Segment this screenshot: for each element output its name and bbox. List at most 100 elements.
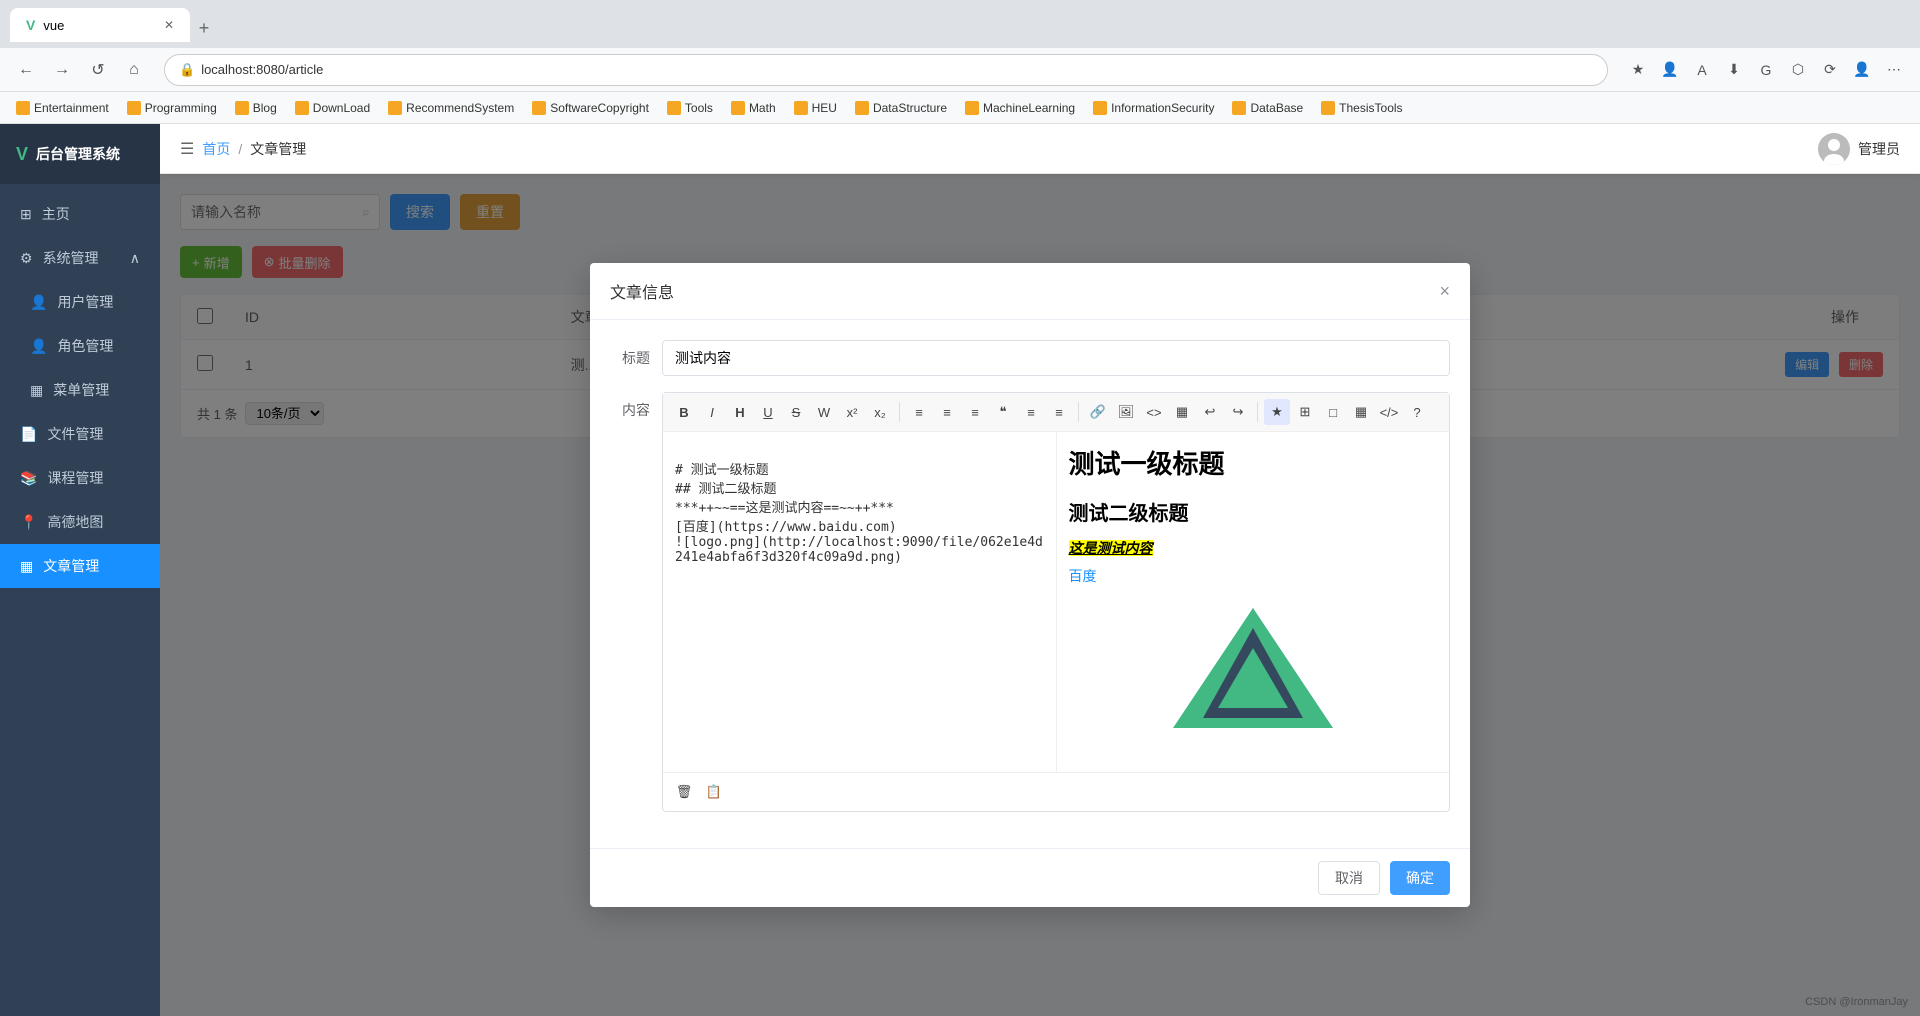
modal-overlay[interactable]: 文章信息 × 标题 内容 [160, 174, 1920, 1016]
bookmark-tools[interactable]: Tools [659, 99, 721, 117]
confirm-button[interactable]: 确定 [1390, 861, 1450, 895]
extension2-icon[interactable]: ⬡ [1784, 56, 1812, 84]
blockquote-button[interactable]: ❝ [990, 399, 1016, 425]
sidebar-item-system[interactable]: ⚙ 系统管理 ∧ [0, 236, 160, 280]
sidebar-item-menu[interactable]: ▦ 菜单管理 [0, 368, 160, 412]
bookmark-thesis[interactable]: ThesisTools [1313, 99, 1410, 117]
side-by-side-button[interactable]: □ [1320, 399, 1346, 425]
breadcrumb-home[interactable]: 首页 [202, 139, 230, 159]
user-name: 管理员 [1858, 139, 1900, 159]
user-avatar [1818, 133, 1850, 165]
sidebar-item-articles[interactable]: ▦ 文章管理 [0, 544, 160, 588]
bookmark-database[interactable]: DataBase [1224, 99, 1311, 117]
bookmark-download[interactable]: DownLoad [287, 99, 378, 117]
menu-mgmt-icon: ▦ [30, 382, 43, 399]
bookmark-programming[interactable]: Programming [119, 99, 225, 117]
tab-close-button[interactable]: ✕ [164, 18, 174, 32]
account-icon[interactable]: 👤 [1848, 56, 1876, 84]
browser-tab-active[interactable]: V vue ✕ [10, 8, 190, 42]
bookmark-label: Entertainment [34, 101, 109, 115]
code-button[interactable]: <> [1141, 399, 1167, 425]
sidebar-item-map[interactable]: 📍 高德地图 [0, 500, 160, 544]
bookmark-copyright[interactable]: SoftwareCopyright [524, 99, 657, 117]
sidebar-item-label: 课程管理 [47, 468, 103, 488]
profile-icon[interactable]: 👤 [1656, 56, 1684, 84]
menu-icon[interactable]: ⋯ [1880, 56, 1908, 84]
sidebar-item-files[interactable]: 📄 文件管理 [0, 412, 160, 456]
sidebar-item-roles[interactable]: 👤 角色管理 [0, 324, 160, 368]
new-tab-button[interactable]: + [190, 14, 218, 42]
folder-icon [855, 101, 869, 115]
ordered-list-button[interactable]: ≡ [1018, 399, 1044, 425]
superscript-button[interactable]: x² [839, 399, 865, 425]
help-button[interactable]: ? [1404, 399, 1430, 425]
bookmark-label: Tools [685, 101, 713, 115]
italic-button[interactable]: I [699, 399, 725, 425]
hamburger-icon[interactable]: ☰ [180, 139, 194, 159]
heading-button[interactable]: H [727, 399, 753, 425]
sidebar-item-courses[interactable]: 📚 课程管理 [0, 456, 160, 500]
folder-icon [1232, 101, 1246, 115]
bookmark-security[interactable]: InformationSecurity [1085, 99, 1222, 117]
file-icon: 📄 [20, 426, 37, 443]
browser-nav-icons: ★ 👤 A ⬇ G ⬡ ⟳ 👤 ⋯ [1624, 56, 1908, 84]
cancel-button[interactable]: 取消 [1318, 861, 1380, 895]
subscript-button[interactable]: x₂ [867, 399, 893, 425]
sync-icon[interactable]: ⟳ [1816, 56, 1844, 84]
mark-button[interactable]: W [811, 399, 837, 425]
article-modal: 文章信息 × 标题 内容 [590, 263, 1470, 907]
image-button[interactable]: 🖼 [1113, 399, 1139, 425]
system-mgmt-left: ⚙ 系统管理 [20, 248, 99, 268]
table-button[interactable]: ▦ [1169, 399, 1195, 425]
home-button[interactable]: ⌂ [120, 56, 148, 84]
html-button[interactable]: </> [1376, 399, 1402, 425]
split-view-button[interactable]: ▦ [1348, 399, 1374, 425]
bookmark-math[interactable]: Math [723, 99, 784, 117]
toolbar-sep-2 [1078, 402, 1079, 422]
folder-icon [235, 101, 249, 115]
bookmark-label: Blog [253, 101, 277, 115]
back-button[interactable]: ← [12, 56, 40, 84]
title-label: 标题 [610, 348, 650, 368]
sidebar-item-label: 用户管理 [57, 292, 113, 312]
logo-v-icon: V [16, 144, 28, 165]
strikethrough-button[interactable]: S [783, 399, 809, 425]
sidebar-item-users[interactable]: 👤 用户管理 [0, 280, 160, 324]
bookmark-blog[interactable]: Blog [227, 99, 285, 117]
bookmark-datastructure[interactable]: DataStructure [847, 99, 955, 117]
bold-button[interactable]: B [671, 399, 697, 425]
preview-link[interactable]: 百度 [1069, 568, 1097, 584]
header-left: ☰ 首页 / 文章管理 [180, 139, 306, 159]
header-right: 管理员 [1818, 133, 1900, 165]
extensions-icon[interactable]: ★ [1624, 56, 1652, 84]
sidebar-item-home[interactable]: ⊞ 主页 [0, 192, 160, 236]
address-bar[interactable]: 🔒 localhost:8080/article [164, 54, 1608, 86]
underline-button[interactable]: U [755, 399, 781, 425]
align-right-button[interactable]: ≡ [962, 399, 988, 425]
bookmark-ml[interactable]: MachineLearning [957, 99, 1083, 117]
editor-copy-button[interactable]: 📋 [701, 779, 727, 805]
editor-delete-button[interactable]: 🗑 [671, 779, 697, 805]
bookmark-label: Programming [145, 101, 217, 115]
refresh-button[interactable]: ↺ [84, 56, 112, 84]
fullscreen-button[interactable]: ⊞ [1292, 399, 1318, 425]
redo-button[interactable]: ↪ [1225, 399, 1251, 425]
bookmark-entertainment[interactable]: Entertainment [8, 99, 117, 117]
link-button[interactable]: 🔗 [1085, 399, 1111, 425]
align-center-button[interactable]: ≡ [934, 399, 960, 425]
editor-toolbar: B I H U S W x² x₂ ≡ [663, 393, 1449, 432]
editor-source-pane[interactable]: # 测试一级标题 ## 测试二级标题 ***++~~==这是测试内容==~~++… [663, 432, 1057, 772]
undo-button[interactable]: ↩ [1197, 399, 1223, 425]
sidebar-logo: V 后台管理系统 [0, 124, 160, 184]
forward-button[interactable]: → [48, 56, 76, 84]
align-left-button[interactable]: ≡ [906, 399, 932, 425]
preview-toggle-button[interactable]: ★ [1264, 399, 1290, 425]
bookmark-recommend[interactable]: RecommendSystem [380, 99, 522, 117]
modal-close-button[interactable]: × [1439, 281, 1450, 302]
translate-icon[interactable]: A [1688, 56, 1716, 84]
downloads-icon[interactable]: ⬇ [1720, 56, 1748, 84]
bookmark-heu[interactable]: HEU [786, 99, 845, 117]
grammarly-icon[interactable]: G [1752, 56, 1780, 84]
unordered-list-button[interactable]: ≡ [1046, 399, 1072, 425]
title-input[interactable] [662, 340, 1450, 376]
